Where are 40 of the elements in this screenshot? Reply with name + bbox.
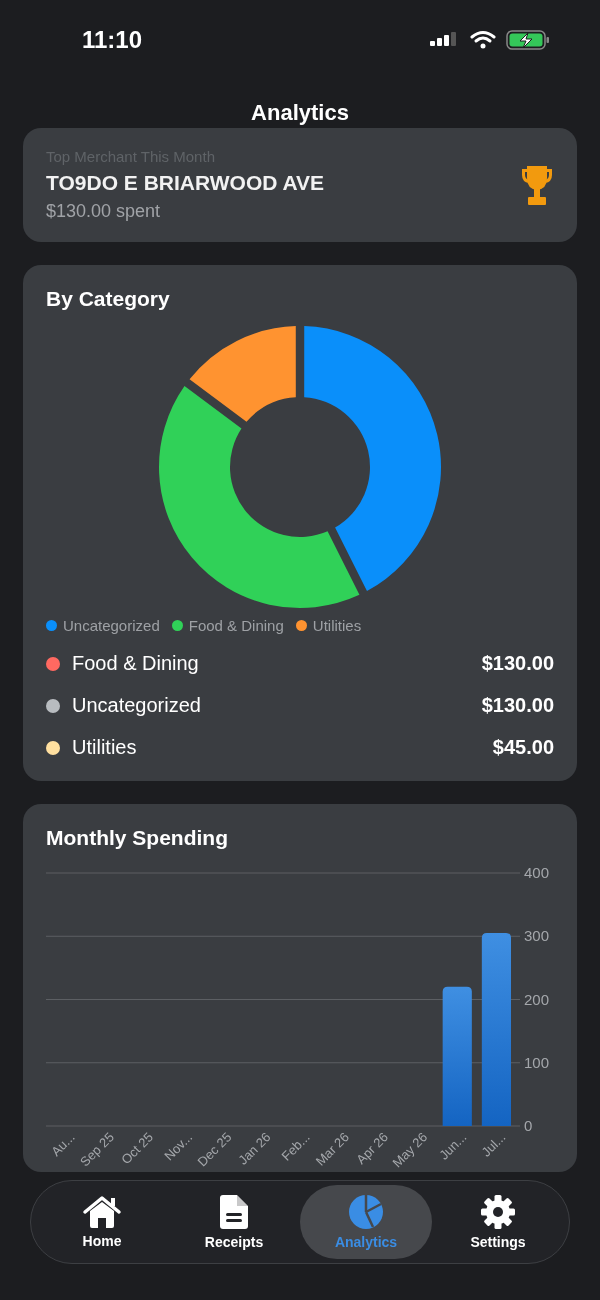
category-name: Uncategorized	[72, 694, 201, 717]
legend-label: Uncategorized	[63, 617, 160, 634]
y-tick-label: 300	[524, 927, 550, 945]
x-tick-label: Au...	[48, 1129, 78, 1160]
y-tick-label: 200	[524, 990, 550, 1008]
pie-chart-icon	[348, 1194, 384, 1230]
y-tick-label: 100	[524, 1053, 550, 1071]
tab[interactable]: Receipts	[168, 1185, 300, 1259]
category-amount: $130.00	[481, 652, 554, 675]
legend-label: Food & Dining	[188, 617, 284, 634]
page-title: Analytics	[250, 100, 350, 127]
category-amount: $45.00	[492, 736, 554, 759]
settings-icon	[480, 1194, 516, 1230]
battery-icon	[506, 29, 550, 51]
wifi-icon	[470, 30, 496, 50]
x-tick-label: Jul...	[478, 1129, 509, 1160]
x-tick-label: Jan 26	[235, 1129, 274, 1168]
x-tick-label: May 26	[389, 1129, 431, 1171]
y-tick-label: 400	[524, 866, 550, 881]
category-name: Utilities	[72, 736, 137, 759]
tab[interactable]: Settings	[432, 1185, 564, 1259]
document-icon	[219, 1194, 249, 1230]
trophy-icon	[520, 164, 554, 206]
x-tick-label: Sep 25	[77, 1129, 117, 1170]
x-tick-label: Dec 25	[194, 1129, 235, 1170]
category-amount: $130.00	[481, 694, 554, 717]
x-tick-label: Apr 26	[353, 1129, 392, 1168]
status-time: 11:10	[82, 26, 143, 54]
home-icon	[82, 1195, 122, 1229]
card-title: By Category	[46, 287, 171, 311]
y-tick-label: 0	[524, 1117, 533, 1134]
category-name: Food & Dining	[72, 652, 199, 675]
legend-label: Utilities	[312, 617, 362, 634]
x-tick-label: Oct 25	[118, 1129, 157, 1168]
tab[interactable]: Home	[36, 1185, 168, 1259]
x-tick-label: Jun...	[436, 1129, 470, 1163]
spent-amount: $130.00 spent	[46, 201, 162, 222]
merchant-name: TO9DO E BRIARWOOD AVE	[46, 171, 325, 195]
card-title: Monthly Spending	[46, 826, 229, 850]
x-tick-label: Mar 26	[312, 1129, 352, 1169]
